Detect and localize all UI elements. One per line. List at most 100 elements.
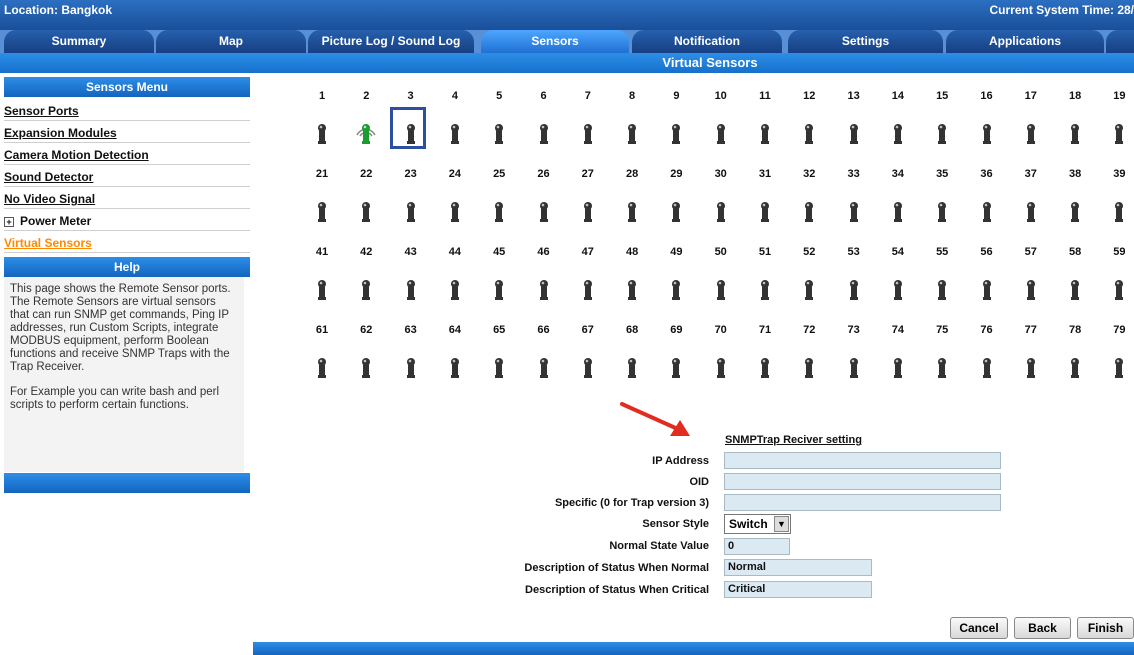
sensor-probe-icon[interactable] (352, 275, 380, 303)
sensor-probe-icon[interactable] (707, 353, 735, 381)
dropdown-arrow-icon[interactable]: ▼ (774, 516, 789, 532)
sensor-probe-icon[interactable] (308, 119, 336, 147)
sensor-probe-icon[interactable] (751, 119, 779, 147)
sensor-probe-icon[interactable] (441, 353, 469, 381)
sensor-probe-icon[interactable] (840, 197, 868, 225)
sensor-probe-icon[interactable] (751, 197, 779, 225)
sensor-probe-icon[interactable] (308, 353, 336, 381)
sensor-probe-icon[interactable] (928, 197, 956, 225)
sensor-probe-icon[interactable] (530, 119, 558, 147)
sensor-probe-icon[interactable] (574, 353, 602, 381)
sensor-probe-icon[interactable] (795, 275, 823, 303)
sensor-probe-icon[interactable] (352, 353, 380, 381)
back-button[interactable]: Back (1014, 617, 1071, 639)
sensor-probe-icon[interactable] (441, 197, 469, 225)
cancel-button[interactable]: Cancel (950, 617, 1008, 639)
sidebar-item-sound-detector[interactable]: Sound Detector (4, 167, 250, 187)
sensor-probe-icon[interactable] (795, 119, 823, 147)
sensor-probe-icon[interactable] (397, 353, 425, 381)
sensor-probe-icon[interactable] (973, 197, 1001, 225)
tab-sensors[interactable]: Sensors (481, 30, 629, 53)
sensor-probe-icon[interactable] (618, 275, 646, 303)
sensor-probe-icon[interactable] (485, 275, 513, 303)
sensor-probe-icon[interactable] (1017, 197, 1045, 225)
tab-picture-log[interactable]: Picture Log / Sound Log (308, 30, 474, 53)
finish-button[interactable]: Finish (1077, 617, 1134, 639)
sensor-probe-icon[interactable] (795, 197, 823, 225)
sensor-probe-icon[interactable] (441, 119, 469, 147)
specific-input[interactable] (724, 494, 1001, 511)
sensor-probe-icon[interactable] (751, 275, 779, 303)
sensor-probe-icon[interactable] (485, 197, 513, 225)
normal-state-input[interactable]: 0 (724, 538, 790, 555)
sensor-probe-icon[interactable] (530, 353, 558, 381)
sensor-probe-icon[interactable] (928, 275, 956, 303)
sensor-probe-icon[interactable] (1017, 275, 1045, 303)
desc-normal-input[interactable]: Normal (724, 559, 872, 576)
sensor-probe-icon[interactable] (352, 197, 380, 225)
sensor-probe-icon[interactable] (840, 119, 868, 147)
sensor-probe-icon[interactable] (618, 119, 646, 147)
sidebar-item-power-meter[interactable]: + Power Meter (4, 211, 250, 231)
sensor-probe-icon[interactable] (884, 119, 912, 147)
sensor-probe-icon[interactable] (618, 353, 646, 381)
sensor-probe-icon[interactable] (840, 353, 868, 381)
tab-notification[interactable]: Notification (632, 30, 782, 53)
sensor-probe-icon[interactable] (574, 197, 602, 225)
sensor-probe-icon[interactable] (441, 275, 469, 303)
sensor-probe-icon[interactable] (928, 119, 956, 147)
sensor-probe-icon[interactable] (1061, 119, 1089, 147)
sensor-probe-icon[interactable] (397, 275, 425, 303)
sensor-probe-icon[interactable] (530, 275, 558, 303)
sensor-probe-icon[interactable] (308, 197, 336, 225)
sensor-probe-icon[interactable] (884, 353, 912, 381)
tab-summary[interactable]: Summary (4, 30, 154, 53)
tab-overflow[interactable] (1106, 30, 1134, 53)
sensor-probe-icon[interactable] (1105, 275, 1133, 303)
ip-address-input[interactable] (724, 452, 1001, 469)
sensor-probe-icon[interactable] (485, 353, 513, 381)
tab-map[interactable]: Map (156, 30, 306, 53)
sensor-probe-icon[interactable] (574, 275, 602, 303)
sensor-probe-icon[interactable] (973, 275, 1001, 303)
sensor-probe-icon[interactable] (662, 353, 690, 381)
sensor-probe-icon[interactable] (618, 197, 646, 225)
desc-critical-input[interactable]: Critical (724, 581, 872, 598)
sidebar-item-no-video-signal[interactable]: No Video Signal (4, 189, 250, 209)
sensor-probe-icon[interactable] (662, 275, 690, 303)
sensor-probe-icon[interactable] (662, 197, 690, 225)
sensor-probe-icon[interactable] (884, 197, 912, 225)
expand-icon[interactable]: + (4, 216, 14, 227)
sidebar-item-expansion-modules[interactable]: Expansion Modules (4, 123, 250, 143)
sensor-probe-icon[interactable] (485, 119, 513, 147)
sensor-probe-icon[interactable] (397, 197, 425, 225)
oid-input[interactable] (724, 473, 1001, 490)
sidebar-item-virtual-sensors[interactable]: Virtual Sensors (4, 233, 250, 253)
sensor-probe-icon[interactable] (707, 119, 735, 147)
sensor-probe-icon[interactable] (884, 275, 912, 303)
sensor-probe-icon[interactable] (751, 353, 779, 381)
sensor-probe-icon[interactable] (1061, 275, 1089, 303)
sensor-probe-icon[interactable] (707, 197, 735, 225)
sensor-probe-icon[interactable] (795, 353, 823, 381)
sensor-probe-icon[interactable] (1061, 197, 1089, 225)
sensor-probe-icon[interactable] (1017, 119, 1045, 147)
sensor-probe-icon[interactable] (574, 119, 602, 147)
sensor-style-select[interactable]: Switch ▼ (724, 514, 791, 534)
sensor-probe-icon[interactable] (707, 275, 735, 303)
sidebar-item-sensor-ports[interactable]: Sensor Ports (4, 101, 250, 121)
active-sensor-icon[interactable] (352, 119, 380, 147)
sensor-probe-icon[interactable] (1105, 197, 1133, 225)
sensor-probe-icon[interactable] (1105, 119, 1133, 147)
sensor-probe-icon[interactable] (1061, 353, 1089, 381)
sensor-probe-icon[interactable] (530, 197, 558, 225)
sensor-probe-icon[interactable] (973, 353, 1001, 381)
sensor-probe-icon[interactable] (928, 353, 956, 381)
sidebar-item-camera-motion[interactable]: Camera Motion Detection (4, 145, 250, 165)
sensor-probe-icon[interactable] (1017, 353, 1045, 381)
sensor-probe-icon[interactable] (662, 119, 690, 147)
sensor-probe-icon[interactable] (1105, 353, 1133, 381)
sensor-probe-icon[interactable] (840, 275, 868, 303)
sensor-probe-icon[interactable] (973, 119, 1001, 147)
tab-applications[interactable]: Applications (946, 30, 1104, 53)
